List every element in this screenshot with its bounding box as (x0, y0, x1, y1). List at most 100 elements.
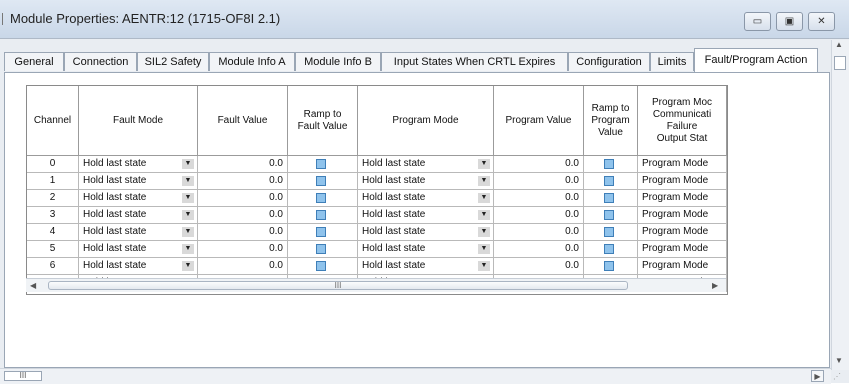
program-mode-select[interactable]: Hold last state ▼ (358, 241, 494, 258)
window-scroll-right-icon[interactable]: ▶ (811, 370, 824, 382)
ramp-to-fault-checkbox-cell[interactable] (288, 224, 358, 241)
dropdown-arrow-icon[interactable]: ▼ (478, 244, 490, 254)
comm-failure-select[interactable]: Program Mode (638, 241, 727, 258)
fault-mode-select[interactable]: Hold last state ▼ (79, 173, 198, 190)
fault-value-field[interactable]: 0.0 (198, 173, 288, 190)
ramp-to-program-checkbox[interactable] (604, 227, 614, 237)
ramp-to-program-checkbox-cell[interactable] (584, 190, 638, 207)
tab-input-states[interactable]: Input States When CRTL Expires (381, 52, 568, 71)
dropdown-arrow-icon[interactable]: ▼ (182, 193, 194, 203)
ramp-to-program-checkbox[interactable] (604, 210, 614, 220)
scroll-right-icon[interactable]: ▶ (712, 281, 718, 290)
fault-value-field[interactable]: 0.0 (198, 241, 288, 258)
ramp-to-program-checkbox-cell[interactable] (584, 207, 638, 224)
vertical-scroll-thumb[interactable] (834, 56, 846, 70)
dropdown-arrow-icon[interactable]: ▼ (182, 227, 194, 237)
fault-mode-select[interactable]: Hold last state ▼ (79, 241, 198, 258)
ramp-to-fault-checkbox[interactable] (316, 159, 326, 169)
tab-general[interactable]: General (4, 52, 64, 71)
tab-module-info-b[interactable]: Module Info B (295, 52, 381, 71)
tab-fault-program-action[interactable]: Fault/Program Action (694, 48, 818, 72)
dropdown-arrow-icon[interactable]: ▼ (182, 210, 194, 220)
ramp-to-program-checkbox[interactable] (604, 244, 614, 254)
fault-value-field[interactable]: 0.0 (198, 156, 288, 173)
minimize-button[interactable]: ▭ (744, 12, 771, 31)
fault-mode-select[interactable]: Hold last state ▼ (79, 207, 198, 224)
fault-mode-select[interactable]: Hold last state ▼ (79, 156, 198, 173)
program-value-field[interactable]: 0.0 (494, 224, 584, 241)
tab-configuration[interactable]: Configuration (568, 52, 650, 71)
ramp-to-fault-checkbox-cell[interactable] (288, 173, 358, 190)
maximize-button[interactable]: ▣ (776, 12, 803, 31)
dropdown-arrow-icon[interactable]: ▼ (182, 159, 194, 169)
fault-mode-select[interactable]: Hold last state ▼ (79, 190, 198, 207)
fault-value-field[interactable]: 0.0 (198, 207, 288, 224)
grid-scroll-thumb[interactable]: III (48, 281, 628, 290)
ramp-to-fault-checkbox[interactable] (316, 176, 326, 186)
ramp-to-fault-checkbox[interactable] (316, 193, 326, 203)
ramp-to-program-checkbox-cell[interactable] (584, 156, 638, 173)
grid-horizontal-scrollbar[interactable]: ◀ III ▶ (26, 278, 726, 292)
ramp-to-fault-checkbox[interactable] (316, 261, 326, 271)
ramp-to-program-checkbox-cell[interactable] (584, 224, 638, 241)
ramp-to-fault-checkbox[interactable] (316, 210, 326, 220)
comm-failure-select[interactable]: Program Mode (638, 224, 727, 241)
comm-failure-select[interactable]: Program Mode (638, 173, 727, 190)
comm-failure-select[interactable]: Program Mode (638, 207, 727, 224)
scroll-up-icon[interactable]: ▲ (835, 40, 843, 49)
tab-sil2-safety[interactable]: SIL2 Safety (137, 52, 209, 71)
ramp-to-program-checkbox-cell[interactable] (584, 173, 638, 190)
ramp-to-program-checkbox[interactable] (604, 193, 614, 203)
program-mode-select[interactable]: Hold last state ▼ (358, 190, 494, 207)
fault-mode-select[interactable]: Hold last state ▼ (79, 224, 198, 241)
ramp-to-fault-checkbox[interactable] (316, 227, 326, 237)
dropdown-arrow-icon[interactable]: ▼ (182, 261, 194, 271)
scroll-left-icon[interactable]: ◀ (30, 281, 36, 290)
comm-failure-select[interactable]: Program Mode (638, 156, 727, 173)
program-value-field[interactable]: 0.0 (494, 156, 584, 173)
program-value-field[interactable]: 0.0 (494, 241, 584, 258)
program-mode-select[interactable]: Hold last state ▼ (358, 224, 494, 241)
dropdown-arrow-icon[interactable]: ▼ (478, 227, 490, 237)
ramp-to-program-checkbox[interactable] (604, 159, 614, 169)
dropdown-arrow-icon[interactable]: ▼ (182, 176, 194, 186)
dropdown-arrow-icon[interactable]: ▼ (478, 159, 490, 169)
program-value-field[interactable]: 0.0 (494, 190, 584, 207)
ramp-to-program-checkbox-cell[interactable] (584, 241, 638, 258)
fault-mode-select[interactable]: Hold last state ▼ (79, 258, 198, 275)
ramp-to-fault-checkbox[interactable] (316, 244, 326, 254)
program-mode-select[interactable]: Hold last state ▼ (358, 207, 494, 224)
ramp-to-program-checkbox[interactable] (604, 261, 614, 271)
dropdown-arrow-icon[interactable]: ▼ (478, 210, 490, 220)
ramp-to-fault-checkbox-cell[interactable] (288, 258, 358, 275)
dropdown-arrow-icon[interactable]: ▼ (182, 244, 194, 254)
fault-value-field[interactable]: 0.0 (198, 224, 288, 241)
ramp-to-fault-checkbox-cell[interactable] (288, 190, 358, 207)
ramp-to-program-checkbox[interactable] (604, 176, 614, 186)
program-mode-select[interactable]: Hold last state ▼ (358, 156, 494, 173)
ramp-to-fault-checkbox-cell[interactable] (288, 156, 358, 173)
program-value-field[interactable]: 0.0 (494, 173, 584, 190)
tab-connection[interactable]: Connection (64, 52, 137, 71)
tab-module-info-a[interactable]: Module Info A (209, 52, 295, 71)
dropdown-arrow-icon[interactable]: ▼ (478, 193, 490, 203)
program-value-field[interactable]: 0.0 (494, 207, 584, 224)
window-vertical-scrollbar[interactable]: ▲ ▼ (831, 40, 849, 370)
tab-limits[interactable]: Limits (650, 52, 694, 71)
window-scroll-thumb[interactable]: III (4, 371, 42, 381)
dropdown-arrow-icon[interactable]: ▼ (478, 176, 490, 186)
program-mode-select[interactable]: Hold last state ▼ (358, 258, 494, 275)
fault-value-field[interactable]: 0.0 (198, 258, 288, 275)
close-button[interactable]: ✕ (808, 12, 835, 31)
fault-value-field[interactable]: 0.0 (198, 190, 288, 207)
ramp-to-program-checkbox-cell[interactable] (584, 258, 638, 275)
window-horizontal-scrollbar[interactable]: III ▶ (0, 368, 831, 384)
ramp-to-fault-checkbox-cell[interactable] (288, 241, 358, 258)
dropdown-arrow-icon[interactable]: ▼ (478, 261, 490, 271)
comm-failure-select[interactable]: Program Mode (638, 190, 727, 207)
scroll-down-icon[interactable]: ▼ (835, 356, 843, 365)
comm-failure-select[interactable]: Program Mode (638, 258, 727, 275)
program-value-field[interactable]: 0.0 (494, 258, 584, 275)
resize-grip-icon[interactable]: ⋰ (833, 372, 845, 381)
program-mode-select[interactable]: Hold last state ▼ (358, 173, 494, 190)
